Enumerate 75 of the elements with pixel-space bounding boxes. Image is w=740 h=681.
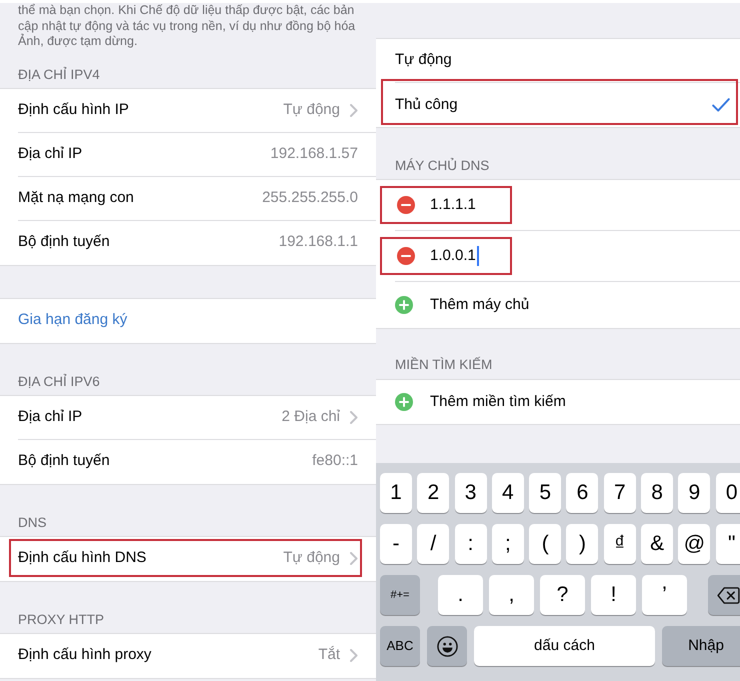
server-address-field[interactable]: 1.1.1.1	[430, 194, 476, 216]
row-label: Định cấu hình DNS	[18, 548, 146, 568]
keyboard-key[interactable]: ?	[540, 575, 585, 615]
row-value: 255.255.255.0	[262, 188, 358, 208]
settings-row[interactable]: Bộ định tuyến 192.168.1.1	[0, 220, 376, 264]
keyboard-key[interactable]: ’	[642, 575, 687, 615]
section-header: ĐỊA CHỈ IPV4	[18, 66, 100, 82]
keyboard-key[interactable]: 9	[678, 473, 710, 513]
settings-row[interactable]: Định cấu hình proxy Tắt	[0, 634, 376, 678]
keyboard-key[interactable]: 2	[417, 473, 450, 513]
keyboard-key[interactable]: 3	[454, 473, 487, 513]
settings-row[interactable]: Địa chỉ IP 2 Địa chỉ	[0, 396, 376, 440]
section-header: MÁY CHỦ DNS	[395, 158, 490, 173]
backspace-icon	[716, 586, 740, 604]
keyboard-key[interactable]: 4	[492, 473, 524, 513]
row-value: fe80::1	[312, 451, 358, 472]
row-label: Định cấu hình proxy	[18, 645, 152, 666]
abc-key[interactable]: ABC	[380, 626, 420, 666]
keyboard-key[interactable]: @	[678, 524, 710, 564]
section-header: DNS	[18, 514, 47, 530]
row-value: 2 Địa chỉ	[282, 406, 340, 427]
row-label: Bộ định tuyến	[18, 232, 110, 252]
option-row[interactable]: Tự động	[376, 39, 740, 83]
smiley-icon	[436, 636, 458, 656]
row-label: Địa chỉ IP	[18, 144, 82, 164]
link-row[interactable]: Gia hạn đăng ký	[0, 298, 376, 342]
delete-key[interactable]	[708, 575, 740, 615]
keyboard-key[interactable]: &	[641, 524, 674, 564]
row-value: 192.168.1.1	[278, 232, 358, 252]
row-label: Địa chỉ IP	[18, 406, 82, 427]
keyboard-key[interactable]: -	[380, 524, 412, 564]
add-row[interactable]: Thêm máy chủ	[376, 282, 740, 328]
row-value: Tự động	[283, 100, 340, 120]
space-bar[interactable]: dấu cách	[474, 626, 655, 666]
return-key[interactable]: Nhập	[662, 626, 740, 666]
keyboard-key[interactable]: 5	[529, 473, 562, 513]
plus-circle-icon[interactable]	[395, 296, 413, 314]
keyboard-key[interactable]: "	[716, 524, 740, 564]
keyboard-key[interactable]: 8	[641, 473, 674, 513]
symbols-key[interactable]: #+=	[380, 575, 420, 615]
section-header: PROXY HTTP	[18, 612, 104, 626]
keyboard-key[interactable]: :	[454, 524, 487, 564]
keyboard-key[interactable]: 1	[380, 473, 412, 513]
plus-circle-icon[interactable]	[395, 393, 413, 411]
checkmark-icon	[712, 98, 730, 112]
minus-circle-icon[interactable]	[397, 247, 415, 265]
row-value: Tắt	[318, 645, 340, 666]
keyboard-key[interactable]: 0	[716, 473, 740, 513]
settings-row[interactable]: Bộ định tuyến fe80::1	[0, 440, 376, 484]
keyboard-key[interactable]: /	[417, 524, 450, 564]
add-row[interactable]: Thêm miền tìm kiếm	[376, 380, 740, 424]
keyboard-key[interactable]: !	[591, 575, 636, 615]
minus-circle-icon[interactable]	[397, 196, 415, 214]
keyboard-key[interactable]: ;	[492, 524, 524, 564]
server-address-field[interactable]: 1.0.0.1	[430, 244, 479, 268]
settings-row[interactable]: Định cấu hình IP Tự động	[0, 88, 376, 132]
keyboard-key[interactable]: (	[529, 524, 562, 564]
emoji-key[interactable]	[427, 626, 467, 666]
keyboard-key[interactable]: )	[566, 524, 598, 564]
row-label: Bộ định tuyến	[18, 451, 110, 472]
row-value: Tự động	[283, 548, 340, 568]
settings-row[interactable]: Định cấu hình DNS Tự động	[0, 536, 376, 580]
row-label: Mặt nạ mạng con	[18, 188, 134, 208]
settings-row[interactable]: Địa chỉ IP 192.168.1.57	[0, 132, 376, 176]
keyboard-key[interactable]: .	[438, 575, 483, 615]
keyboard-key[interactable]: ₫	[604, 524, 636, 564]
footer-note: thể mà bạn chọn. Khi Chế độ dữ liệu thấp được bật, các bản cập nhật tự động và tác vụ trong nền, ví dụ như đồng bộ hóa Ảnh, được tạm dừng.	[17, 3, 356, 50]
keyboard-key[interactable]: 6	[566, 473, 598, 513]
keyboard-key[interactable]: ,	[489, 575, 534, 615]
row-value: 192.168.1.57	[270, 144, 358, 164]
section-header: ĐỊA CHỈ IPV6	[18, 374, 100, 388]
row-label: Định cấu hình IP	[18, 100, 129, 120]
section-header: MIỀN TÌM KIẾM	[395, 357, 492, 372]
keyboard-key[interactable]: 7	[604, 473, 636, 513]
settings-row[interactable]: Mặt nạ mạng con 255.255.255.0	[0, 176, 376, 220]
